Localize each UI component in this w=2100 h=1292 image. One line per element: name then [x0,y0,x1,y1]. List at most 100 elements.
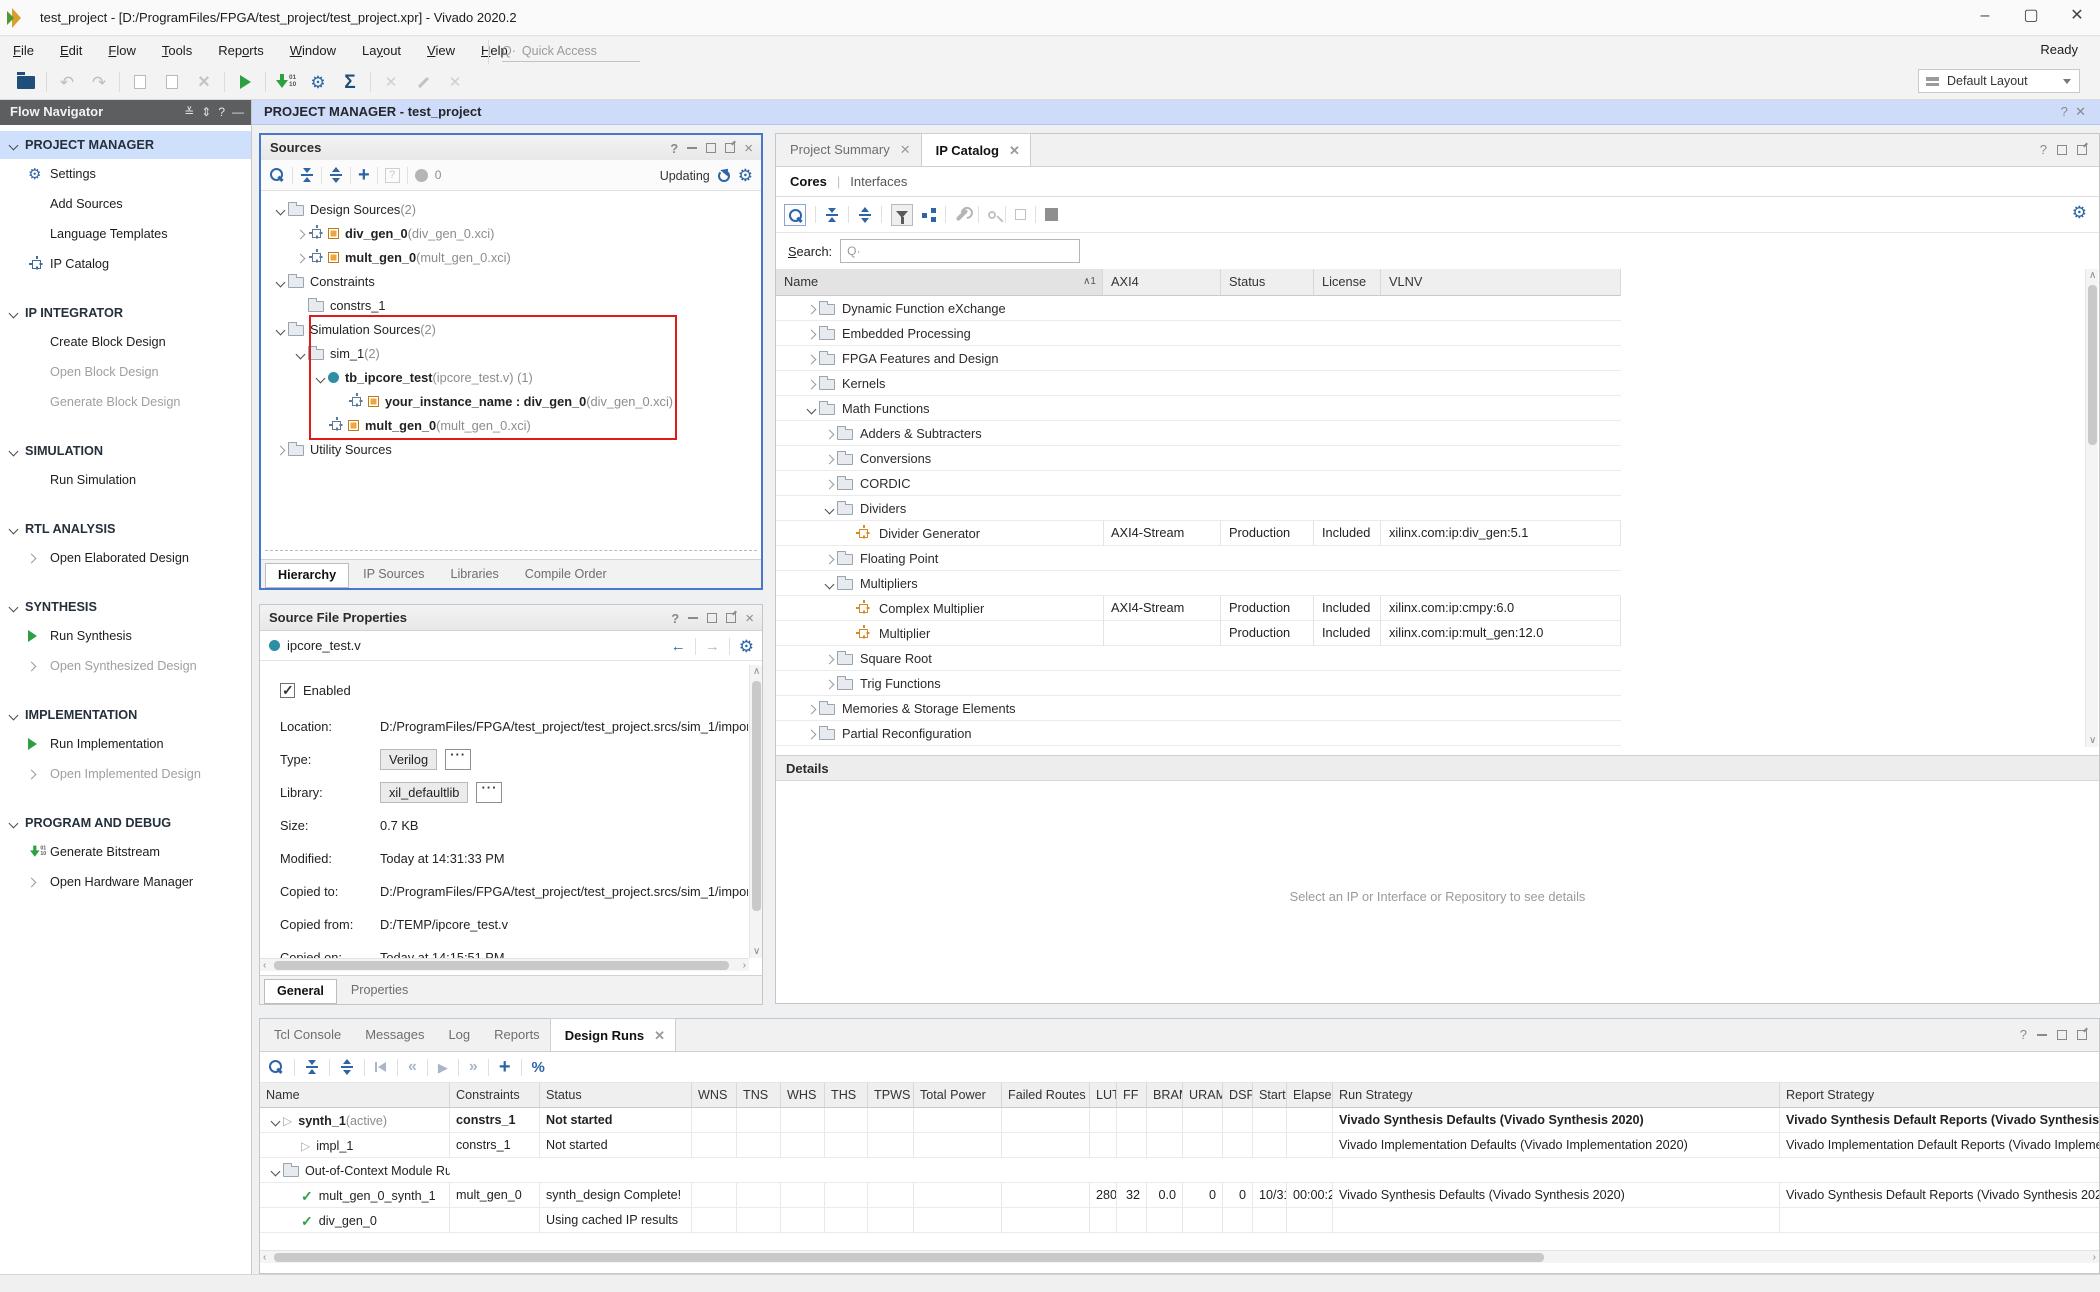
chevron-down-icon[interactable] [10,522,25,536]
column-header-status[interactable]: Status [1221,269,1314,296]
chevron-down-icon[interactable] [268,1114,283,1128]
catalog-row-square-root[interactable]: Square Root [776,646,1621,671]
flow-section-simulation[interactable]: SIMULATION [0,437,251,465]
catalog-row-fpga-features-and-design[interactable]: FPGA Features and Design [776,346,1621,371]
horizontal-scrollbar[interactable]: ‹ › [260,1250,2099,1263]
toolbar-undo-button[interactable]: ↶ [52,67,82,97]
tree-item-constrs-1[interactable]: constrs_1 [261,293,749,317]
expand-all-icon[interactable] [330,174,342,176]
chevron-down-icon[interactable] [10,600,25,614]
tree-item-div-gen-0[interactable]: div_gen_0 (div_gen_0.xci) [261,221,749,245]
sources-tab-compile-order[interactable]: Compile Order [513,563,619,588]
flow-section-implementation[interactable]: IMPLEMENTATION [0,701,251,729]
flow-section-synthesis[interactable]: SYNTHESIS [0,593,251,621]
create-runs-icon[interactable]: + [499,1057,511,1077]
gear-icon[interactable]: ⚙ [2072,204,2087,221]
maximize-icon[interactable] [707,613,717,623]
catalog-row-embedded-processing[interactable]: Embedded Processing [776,321,1621,346]
column-header-constraints[interactable]: Constraints [450,1083,540,1108]
chevron-right-icon[interactable] [293,226,308,241]
menu-reports[interactable]: Reports [205,37,277,64]
properties-panel-header[interactable]: Source File Properties ?× [260,605,762,631]
flownav-item-add-sources[interactable]: Add Sources [0,189,251,219]
design-run-row-out-of-context-module-runs[interactable]: Out-of-Context Module Runs [260,1158,2099,1183]
column-header-uram[interactable]: URAM [1183,1083,1223,1108]
expand-all-icon[interactable]: ⇕ [201,106,211,118]
column-header-start[interactable]: Start [1253,1083,1287,1108]
menu-tools[interactable]: Tools [149,37,205,64]
chevron-down-icon[interactable] [273,202,288,217]
scroll-up-icon[interactable]: ∧ [2089,269,2096,282]
catalog-row-memories-storage-elements[interactable]: Memories & Storage Elements [776,696,1621,721]
menu-view[interactable]: View [414,37,468,64]
chevron-right-icon[interactable] [822,551,837,566]
gear-icon[interactable]: ⚙ [739,638,754,655]
close-button[interactable]: ✕ [2054,0,2100,34]
filter-icon[interactable] [891,204,913,226]
chevron-down-icon[interactable] [804,401,819,416]
column-header-failed_routes[interactable]: Failed Routes [1002,1083,1090,1108]
column-header-bram[interactable]: BRAM [1147,1083,1183,1108]
chevron-down-icon[interactable] [273,274,288,289]
scroll-up-icon[interactable]: ∧ [753,665,760,678]
enabled-checkbox[interactable] [280,683,295,698]
flownav-item-settings[interactable]: ⚙Settings [0,159,251,189]
column-header-axi4[interactable]: AXI4 [1103,269,1221,296]
chevron-right-icon[interactable] [804,701,819,716]
collapse-all-icon[interactable] [301,174,313,176]
catalog-row-conversions[interactable]: Conversions [776,446,1621,471]
chevron-down-icon[interactable] [10,708,25,722]
design-run-row-div-gen-0[interactable]: ✓div_gen_0Using cached IP results [260,1208,2099,1233]
search-icon[interactable] [268,1059,284,1075]
tree-item-design-sources[interactable]: Design Sources (2) [261,197,749,221]
chevron-right-icon[interactable] [804,376,819,391]
collapse-all-icon[interactable] [306,1066,318,1068]
menu-file[interactable]: File [0,37,47,64]
help-icon[interactable]: ? [2061,104,2068,119]
chevron-down-icon[interactable] [273,322,288,337]
close-icon[interactable]: × [745,606,754,631]
scroll-down-icon[interactable]: ∨ [2089,734,2096,747]
tab-project-summary[interactable]: Project Summary✕ [776,133,921,166]
catalog-row-multipliers[interactable]: Multipliers [776,571,1621,596]
maximize-icon[interactable] [706,143,716,153]
scroll-left-icon[interactable]: ‹ [263,959,266,972]
flownav-item-run-synthesis[interactable]: Run Synthesis [0,621,251,651]
help-icon[interactable]: ? [2040,142,2047,157]
column-header-license[interactable]: License [1314,269,1381,296]
column-header-elapsed[interactable]: Elapsed [1287,1083,1333,1108]
vertical-scrollbar[interactable]: ∧ ∨ [749,665,762,958]
design-run-row-synth-1[interactable]: ▷synth_1 (active)constrs_1Not startedViv… [260,1108,2099,1133]
chevron-down-icon[interactable] [822,576,837,591]
tree-item-constraints[interactable]: Constraints [261,269,749,293]
minimize-button[interactable]: – [1962,0,2008,34]
chevron-right-icon[interactable] [804,726,819,741]
tree-item-mult-gen-0[interactable]: mult_gen_0 (mult_gen_0.xci) [261,245,749,269]
design-run-row-impl-1[interactable]: ▷impl_1constrs_1Not startedVivado Implem… [260,1133,2099,1158]
scrollbar-thumb[interactable] [752,681,761,911]
catalog-row-floating-point[interactable]: Floating Point [776,546,1621,571]
toolbar-run-button[interactable] [230,67,260,97]
catalog-row-partial-reconfiguration[interactable]: Partial Reconfiguration [776,721,1621,746]
layout-selector[interactable]: Default Layout [1918,69,2080,93]
scrollbar-thumb[interactable] [2088,285,2097,445]
catalog-view-interfaces[interactable]: Interfaces [850,174,907,189]
search-icon[interactable] [269,167,285,183]
flow-section-ip-integrator[interactable]: IP INTEGRATOR [0,299,251,327]
catalog-row-adders-subtracters[interactable]: Adders & Subtracters [776,421,1621,446]
menu-window[interactable]: Window [277,37,349,64]
scroll-right-icon[interactable]: › [743,959,746,972]
horizontal-scrollbar[interactable]: ‹ › [260,958,749,971]
refresh-icon[interactable] [718,170,730,182]
float-icon[interactable] [2077,145,2087,155]
catalog-row-math-functions[interactable]: Math Functions [776,396,1621,421]
float-icon[interactable] [2077,1030,2087,1040]
design-run-row-mult-gen-0-synth-1[interactable]: ✓mult_gen_0_synth_1mult_gen_0synth_desig… [260,1183,2099,1208]
menu-flow[interactable]: Flow [95,37,148,64]
add-sources-icon[interactable]: + [358,165,370,185]
chevron-right-icon[interactable] [804,326,819,341]
sources-tab-ip-sources[interactable]: IP Sources [351,563,436,588]
chevron-right-icon[interactable] [273,442,288,457]
flownav-item-run-simulation[interactable]: Run Simulation [0,465,251,495]
chevron-right-icon[interactable] [822,651,837,666]
